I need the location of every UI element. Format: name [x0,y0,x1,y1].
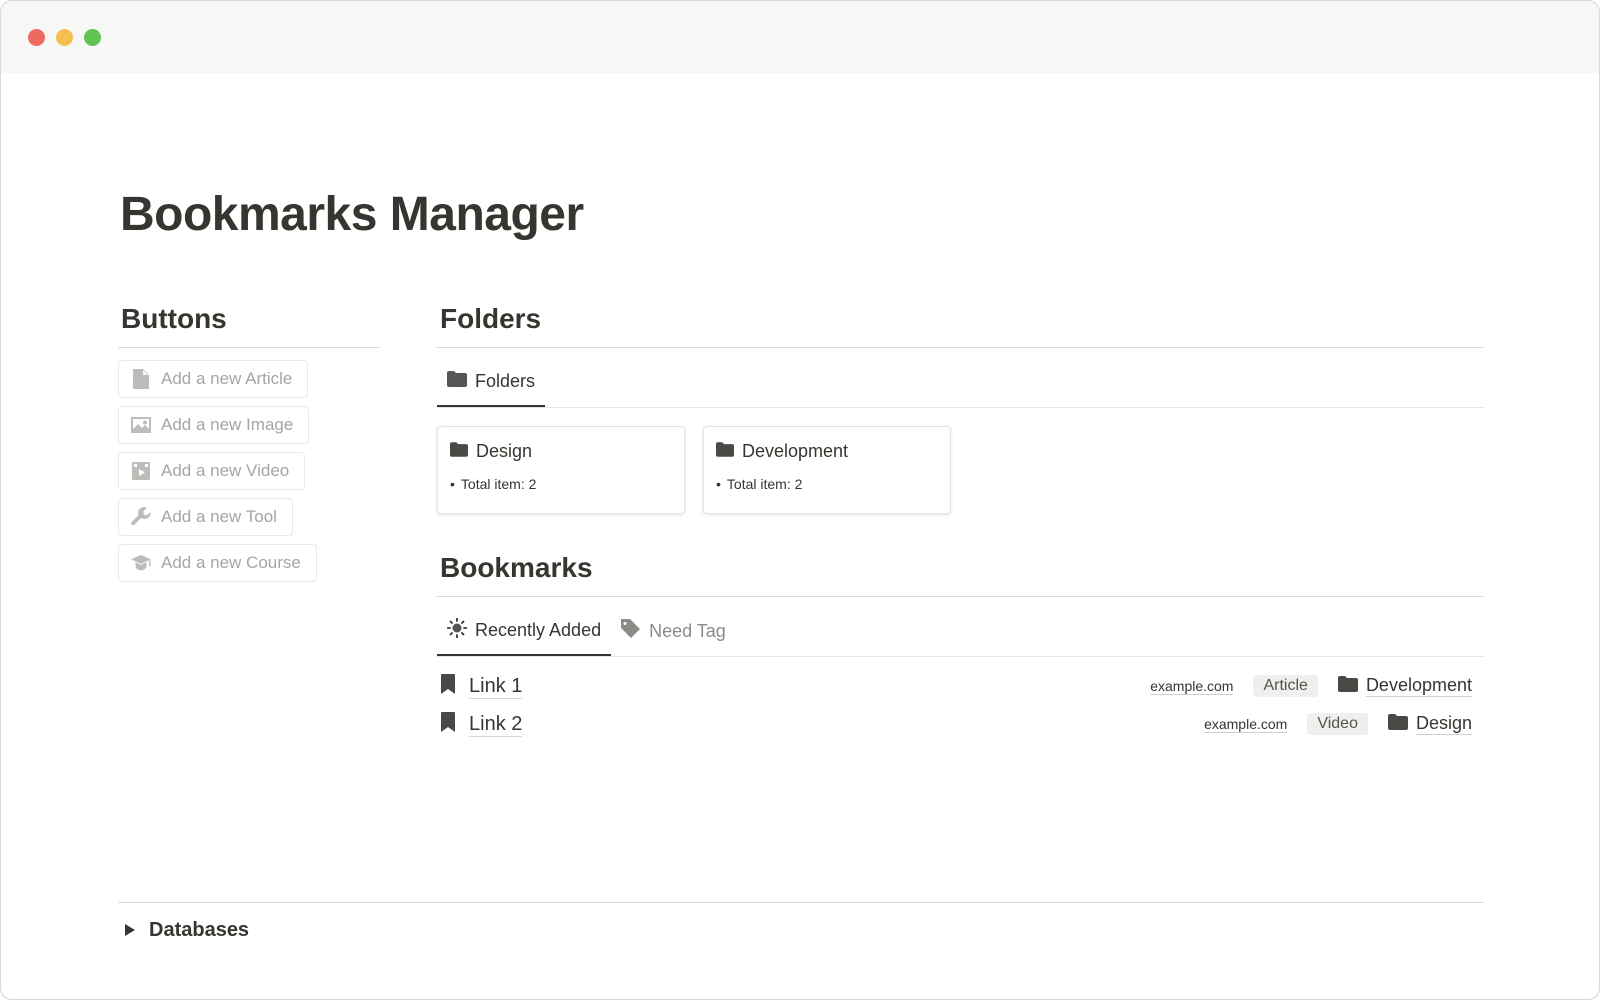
add-video-button[interactable]: Add a new Video [118,452,306,490]
tab-need-tag[interactable]: Need Tag [611,606,736,656]
button-label: Add a new Image [161,415,294,434]
document-icon [131,369,151,389]
bookmark-list: Link 1 example.com Article Development L… [437,667,1484,743]
list-item: Link 2 example.com Video Design [437,705,1484,743]
bookmark-icon [441,711,455,737]
video-icon [131,461,151,481]
list-item: Link 1 example.com Article Development [437,667,1484,705]
folder-name: Design [1415,713,1472,735]
bullet-icon: • [716,476,721,492]
maximize-window-button[interactable] [84,29,101,46]
folder-icon [447,370,467,392]
tab-folders[interactable]: Folders [437,357,546,407]
bookmark-domain[interactable]: example.com [1150,678,1234,695]
folder-icon [716,441,734,462]
title-bar [1,1,1599,73]
page-title: Bookmarks Manager [120,188,584,241]
main-column: Folders Folders Design • Total item: 2 D… [437,303,1484,743]
folders-heading: Folders [440,303,542,334]
bookmarks-tabs: Recently Added Need Tag [437,597,1484,657]
add-article-button[interactable]: Add a new Article [118,360,309,398]
folder-card-count: Total item: 2 [460,476,537,492]
minimize-window-button[interactable] [56,29,73,46]
bookmarks-section: Bookmarks Recently Added Need Tag Link 1… [437,552,1484,743]
divider [118,347,380,348]
folder-icon [1387,713,1408,735]
bookmark-link[interactable]: Link 1 [469,674,523,699]
tab-recently-added[interactable]: Recently Added [437,606,612,656]
button-label: Add a new Video [161,461,290,480]
bookmark-link[interactable]: Link 2 [469,712,523,737]
buttons-heading: Buttons [121,303,227,334]
bookmark-folder-link[interactable]: Development [1337,675,1472,697]
divider [118,902,1484,903]
folder-card-title: Development [742,441,849,461]
folders-tabs: Folders [437,348,1484,408]
folder-name: Development [1365,675,1472,697]
app-window: Bookmarks Manager Buttons Add a new Arti… [0,0,1600,1000]
triangle-right-icon [125,919,135,942]
folder-card-title: Design [476,441,533,461]
bookmark-folder-link[interactable]: Design [1387,713,1472,735]
add-course-button[interactable]: Add a new Course [118,544,317,582]
bookmark-domain[interactable]: example.com [1204,716,1288,733]
folder-icon [1337,675,1358,697]
sun-icon [446,617,468,643]
close-window-button[interactable] [28,29,45,46]
image-icon [131,415,151,435]
button-label: Add a new Course [161,553,301,572]
bookmark-icon [441,673,455,699]
button-label: Add a new Tool [161,507,277,526]
add-tool-button[interactable]: Add a new Tool [118,498,293,536]
tab-label: Recently Added [475,619,602,640]
databases-toggle[interactable]: Databases [125,919,249,942]
bullet-icon: • [450,476,455,492]
buttons-section: Buttons Add a new Article Add a new Imag… [118,303,380,590]
folder-cards: Design • Total item: 2 Development • Tot… [437,426,1484,514]
tab-label: Folders [475,370,536,391]
button-list: Add a new Article Add a new Image Add a … [118,360,380,590]
tag-icon [621,618,641,644]
wrench-icon [131,507,151,527]
type-badge: Video [1307,713,1368,735]
bookmarks-heading: Bookmarks [440,552,593,583]
add-image-button[interactable]: Add a new Image [118,406,310,444]
tab-label: Need Tag [649,620,726,641]
databases-label: Databases [149,919,250,941]
folder-icon [450,441,468,462]
folder-card-design[interactable]: Design • Total item: 2 [437,426,685,514]
type-badge: Article [1253,675,1318,697]
graduation-cap-icon [131,553,151,573]
folder-card-development[interactable]: Development • Total item: 2 [703,426,951,514]
button-label: Add a new Article [161,369,293,388]
folder-card-count: Total item: 2 [726,476,803,492]
